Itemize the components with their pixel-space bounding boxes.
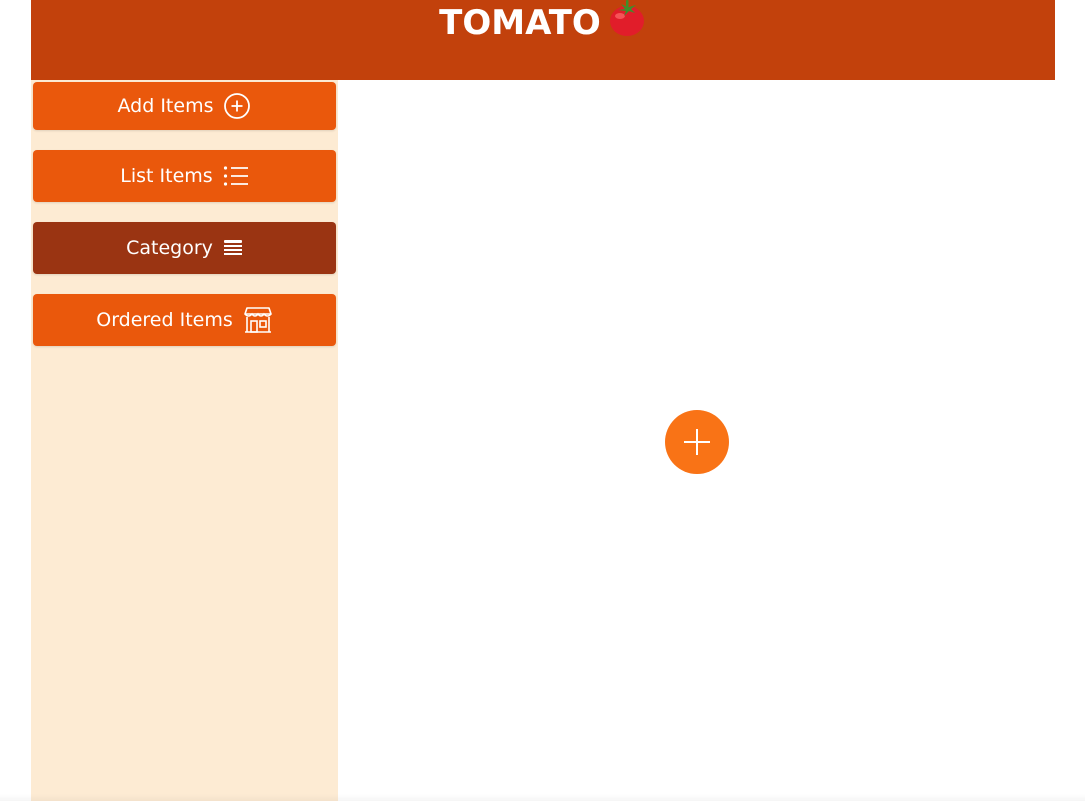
tomato-icon <box>607 0 647 49</box>
store-icon <box>243 306 273 334</box>
nav-ordered-items-label: Ordered Items <box>96 309 233 331</box>
add-fab-button[interactable] <box>665 410 729 474</box>
nav-category-label: Category <box>126 237 213 259</box>
bottom-edge-shadow <box>0 794 1085 801</box>
main-content <box>338 80 1055 801</box>
plus-icon <box>684 429 710 455</box>
nav-category[interactable]: Category <box>33 222 336 274</box>
nav-add-items-label: Add Items <box>117 95 214 117</box>
nav-ordered-items[interactable]: Ordered Items <box>33 294 336 346</box>
nav-list-items-label: List Items <box>120 165 213 187</box>
list-icon <box>223 165 249 187</box>
brand-title: TOMATO <box>31 0 1055 49</box>
nav-add-items[interactable]: Add Items <box>33 82 336 130</box>
sidebar: Add Items List Items Category Ordered It… <box>31 80 338 801</box>
top-header: TOMATO <box>31 0 1055 80</box>
app: TOMATO Add Items List Items Category Ord… <box>31 0 1055 801</box>
brand-title-text: TOMATO <box>439 3 601 43</box>
add-circle-icon <box>223 92 251 120</box>
stack-icon <box>223 239 243 257</box>
nav-list-items[interactable]: List Items <box>33 150 336 202</box>
